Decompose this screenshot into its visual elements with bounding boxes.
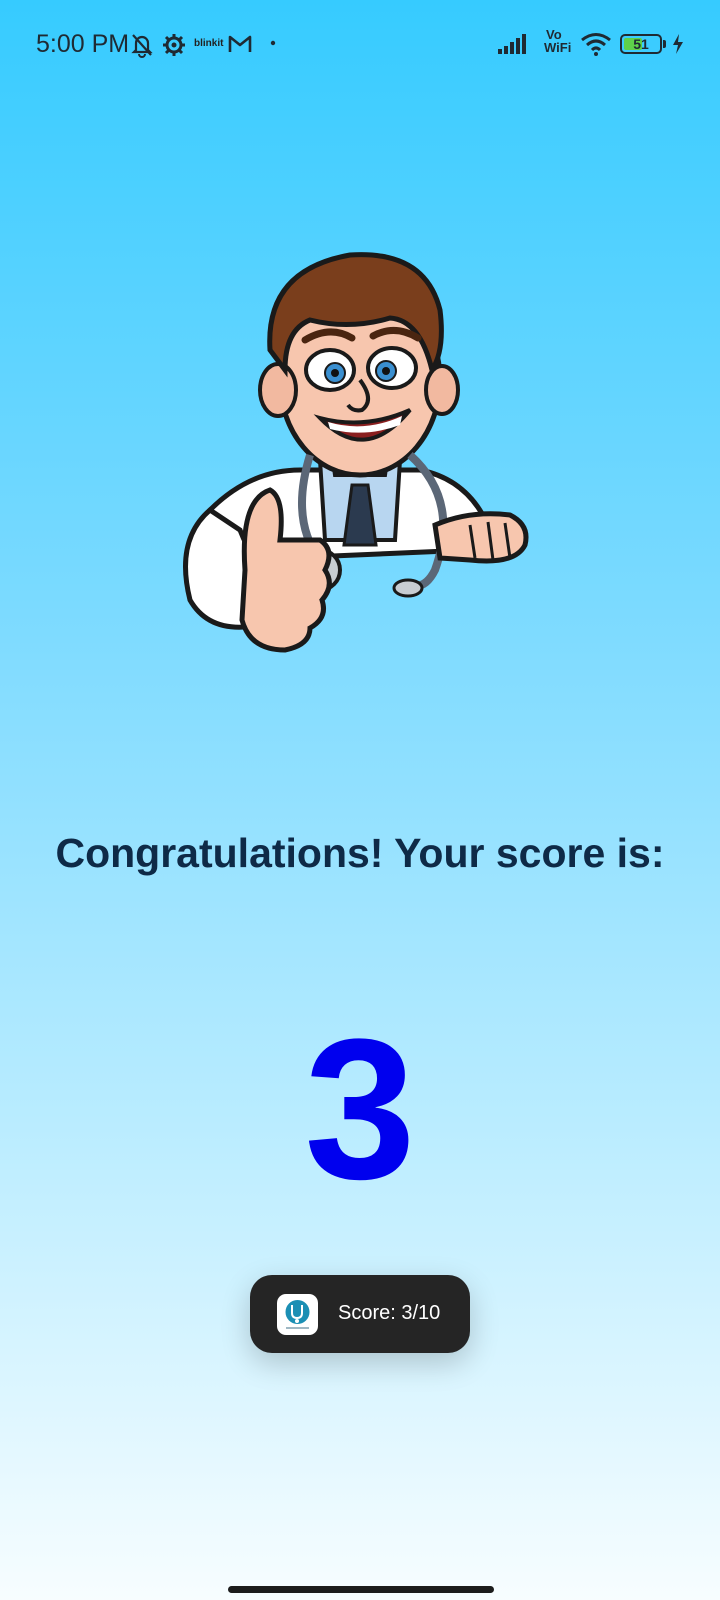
toast-message: Score: 3/10 [338,1302,441,1324]
battery-level: 51 [633,36,649,52]
notifications-muted-icon [131,34,153,58]
stethoscope-icon [285,1300,310,1329]
wifi-icon [581,33,611,56]
settings-icon [163,34,185,56]
score-value: 3 [304,998,416,1221]
gmail-icon [228,35,252,52]
stethoscope-app-icon [277,1294,318,1335]
status-time: 5:00 PM [36,30,130,58]
signal-icon [498,34,526,54]
charging-icon [673,34,683,54]
battery-icon: 51 [620,34,662,54]
vowifi-icon: Vo WiFi [544,27,572,55]
score-toast: Score: 3/10 [250,1275,470,1353]
blinkit-icon: blinkit [194,38,224,49]
congratulations-heading: Congratulations! Your score is: [55,830,665,876]
battery-cap [663,40,666,48]
doctor-thumbs-up-illustration [183,252,529,653]
status-bar: 5:00 PM blinkit Vo WiFi 51 [0,0,720,90]
dot-icon [270,40,276,46]
home-indicator[interactable] [228,1586,494,1593]
